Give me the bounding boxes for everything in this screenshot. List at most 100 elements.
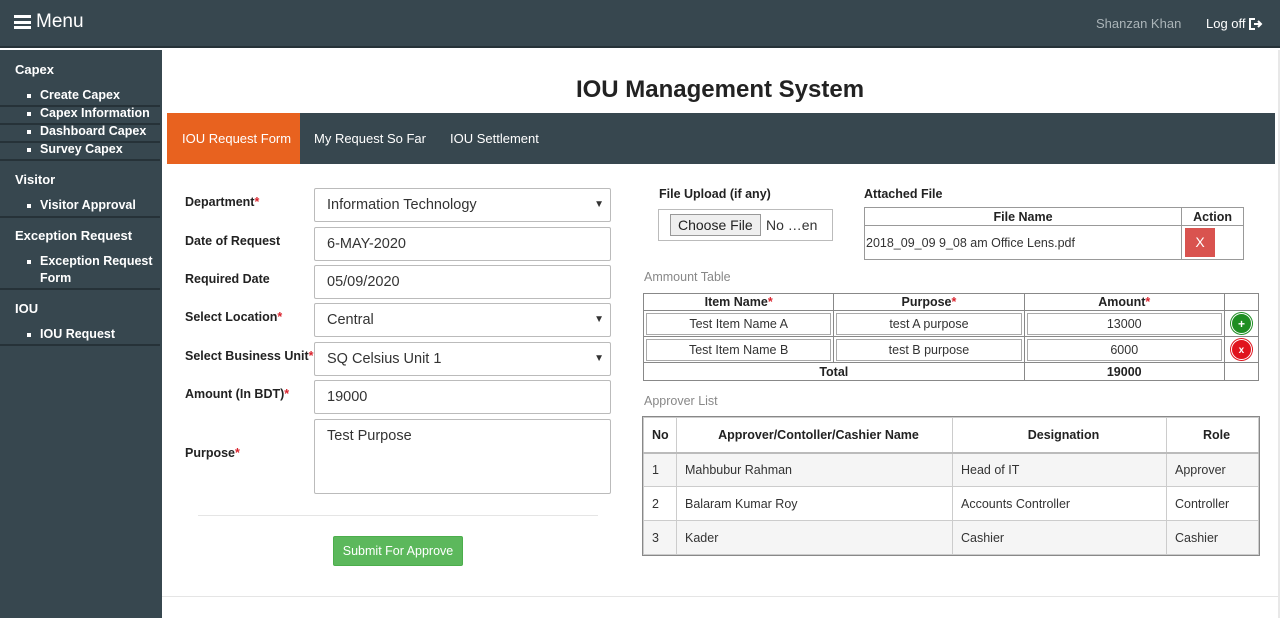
sidebar-item-survey-capex[interactable]: Survey Capex: [27, 141, 123, 158]
sidebar-item-capex-information[interactable]: Capex Information: [27, 105, 150, 122]
col-designation: Designation: [952, 417, 1167, 454]
item-amount-input[interactable]: 13000: [1026, 312, 1222, 335]
no-cell: 3: [643, 520, 677, 555]
total-label: Total: [643, 362, 1025, 381]
table-row: 1 Mahbubur Rahman Head of IT Approver: [643, 452, 1259, 487]
amount-label: Amount (In BDT)*: [185, 387, 290, 401]
caret-down-icon: ▼: [594, 353, 604, 364]
delete-file-button[interactable]: X: [1185, 228, 1216, 257]
sidebar-item-visitor-approval[interactable]: Visitor Approval: [27, 197, 136, 214]
required-date-input[interactable]: 05/09/2020: [314, 265, 611, 299]
divider: [0, 141, 160, 143]
sidebar-item-create-capex[interactable]: Create Capex: [27, 87, 120, 104]
name-cell: Balaram Kumar Roy: [676, 486, 953, 521]
menu-toggle-button[interactable]: Menu: [14, 11, 84, 33]
menu-label: Menu: [36, 11, 84, 32]
attached-file-table: File Name Action 2018_09_09 9_08 am Offi…: [863, 207, 1244, 260]
col-role: Role: [1166, 417, 1259, 454]
table-row: Test Item Name B test B purpose 6000 x: [642, 336, 1260, 363]
col-amount: Amount*: [1023, 293, 1225, 311]
location-label: Select Location*: [185, 310, 283, 324]
sidebar-item-iou-request[interactable]: IOU Request: [26, 326, 115, 343]
approver-table: No Approver/Contoller/Cashier Name Desig…: [642, 416, 1260, 556]
file-status-text: No …en: [766, 217, 818, 233]
main-content: IOU Management System IOU Request Form M…: [162, 50, 1280, 618]
role-cell: Approver: [1166, 452, 1259, 487]
name-cell: Mahbubur Rahman: [676, 452, 953, 487]
item-amount-input[interactable]: 6000: [1026, 338, 1222, 361]
divider: [162, 596, 1278, 597]
logoff-label: Log off: [1206, 16, 1246, 31]
col-file-name: File Name: [863, 207, 1183, 226]
col-approver-name: Approver/Contoller/Cashier Name: [676, 417, 953, 454]
purpose-label: Purpose*: [185, 446, 240, 460]
purpose-textarea[interactable]: Test Purpose: [314, 419, 611, 494]
col-item-name: Item Name*: [642, 293, 835, 311]
choose-file-button[interactable]: Choose File: [670, 214, 761, 236]
amount-table: Item Name* Purpose* Amount* Test Item Na…: [642, 293, 1260, 381]
designation-cell: Head of IT: [952, 452, 1167, 487]
date-of-request-label: Date of Request: [185, 234, 281, 248]
name-cell: Kader: [676, 520, 953, 555]
divider: [0, 288, 160, 290]
sidebar: Capex Create Capex Capex Information Das…: [0, 50, 162, 618]
tab-iou-settlement[interactable]: IOU Settlement: [450, 113, 539, 164]
location-select[interactable]: Central ▼: [314, 303, 611, 337]
department-select[interactable]: Information Technology ▼: [314, 188, 611, 222]
business-unit-label: Select Business Unit*: [185, 349, 314, 363]
remove-row-button[interactable]: x: [1230, 339, 1252, 360]
divider: [0, 123, 160, 125]
attached-file-label: Attached File: [864, 187, 943, 201]
divider: [0, 105, 160, 107]
item-name-input[interactable]: Test Item Name B: [646, 338, 832, 361]
col-purpose: Purpose*: [833, 293, 1025, 311]
department-label: Department*: [185, 195, 260, 209]
item-cell: Test Item Name A: [642, 310, 835, 337]
tab-iou-request-form[interactable]: IOU Request Form: [167, 113, 300, 164]
required-date-label: Required Date: [185, 272, 270, 286]
tab-my-request-so-far[interactable]: My Request So Far: [314, 113, 426, 164]
date-of-request-input[interactable]: 6-MAY-2020: [314, 227, 611, 261]
sidebar-section-exception-request: Exception Request: [15, 228, 133, 243]
user-name: Shanzan Khan: [1096, 16, 1182, 31]
table-row: 2018_09_09 9_08 am Office Lens.pdf X: [863, 225, 1244, 260]
sidebar-item-exception-request-form[interactable]: Exception Request Form: [27, 253, 158, 287]
purpose-cell: test B purpose: [833, 336, 1025, 363]
divider: [198, 515, 598, 516]
no-cell: 2: [643, 486, 677, 521]
business-unit-select[interactable]: SQ Celsius Unit 1 ▼: [314, 342, 611, 376]
sidebar-item-dashboard-capex[interactable]: Dashboard Capex: [26, 123, 146, 140]
action-cell: X: [1181, 225, 1244, 260]
submit-for-approve-button[interactable]: Submit For Approve: [333, 536, 463, 566]
divider: [0, 344, 160, 346]
file-name-cell: 2018_09_09 9_08 am Office Lens.pdf: [863, 225, 1183, 260]
total-value: 19000: [1023, 362, 1225, 381]
top-navbar: Menu Shanzan Khan Log off: [0, 0, 1280, 48]
sidebar-section-capex: Capex: [15, 62, 55, 77]
hamburger-icon: [14, 15, 31, 29]
sidebar-section-iou: IOU: [15, 301, 39, 316]
amount-cell: 6000: [1023, 336, 1225, 363]
row-action-cell: +: [1223, 310, 1260, 337]
item-cell: Test Item Name B: [642, 336, 835, 363]
row-action-cell: x: [1223, 336, 1260, 363]
logoff-link[interactable]: Log off: [1206, 16, 1263, 31]
col-action: Action: [1181, 207, 1244, 226]
approver-list-caption: Approver List: [644, 394, 718, 408]
sign-out-icon: [1248, 17, 1262, 30]
table-row: 3 Kader Cashier Cashier: [643, 520, 1259, 555]
add-row-button[interactable]: +: [1230, 313, 1252, 334]
amount-cell: 13000: [1023, 310, 1225, 337]
amount-input[interactable]: 19000: [314, 380, 611, 414]
table-row: 2 Balaram Kumar Roy Accounts Controller …: [643, 486, 1259, 521]
item-name-input[interactable]: Test Item Name A: [646, 312, 832, 335]
item-purpose-input[interactable]: test A purpose: [836, 312, 1022, 335]
item-purpose-input[interactable]: test B purpose: [836, 338, 1022, 361]
divider: [0, 159, 160, 161]
total-row: Total 19000: [643, 362, 1260, 381]
amount-table-caption: Ammount Table: [644, 270, 731, 284]
file-upload-label: File Upload (if any): [659, 187, 771, 201]
designation-cell: Cashier: [952, 520, 1167, 555]
file-upload-field: Choose File No …en: [658, 209, 833, 241]
role-cell: Controller: [1166, 486, 1259, 521]
